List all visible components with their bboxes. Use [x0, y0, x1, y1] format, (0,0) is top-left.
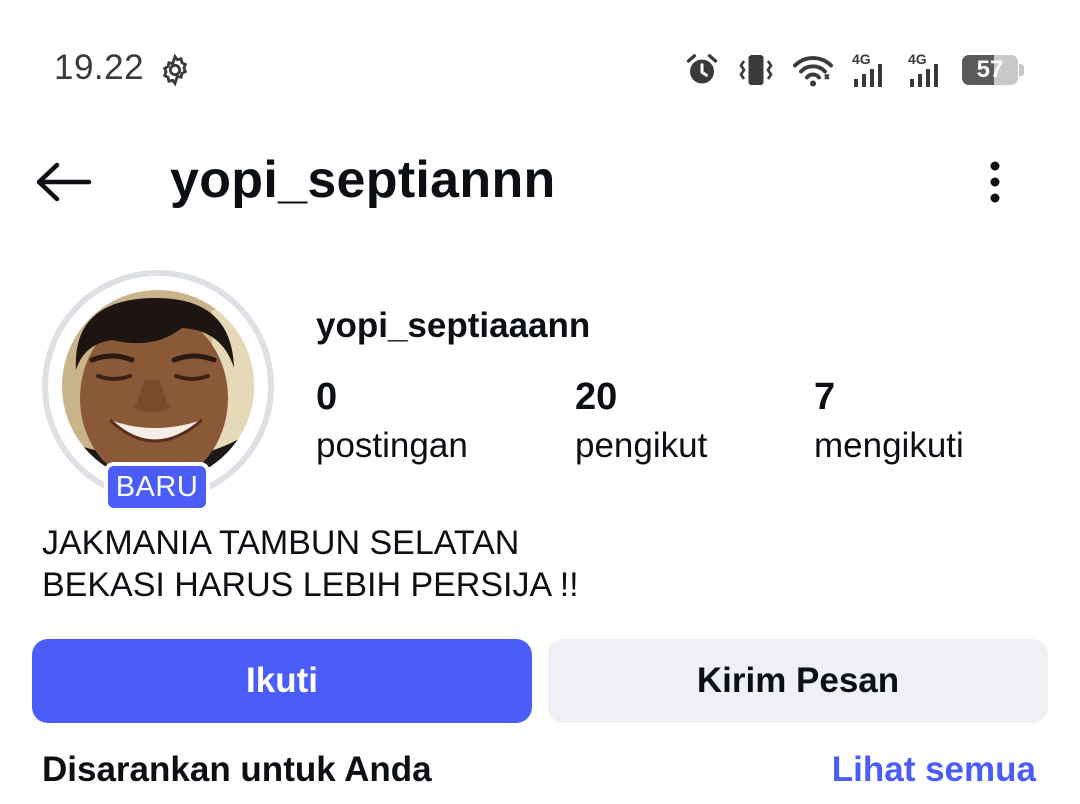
alarm-icon	[686, 54, 718, 84]
stat-followers-value: 20	[575, 376, 618, 418]
stat-followers[interactable]: 20 pengikut	[575, 374, 707, 472]
stat-following-value: 7	[814, 376, 836, 418]
stat-following-label: mengikuti	[814, 426, 964, 465]
status-icons: 4G 4G 57	[684, 50, 1024, 90]
arrow-left-icon	[36, 162, 92, 202]
svg-text:4G: 4G	[852, 51, 871, 67]
avatar-photo	[62, 290, 254, 482]
status-bar: 19.22 4G 4G 57	[0, 0, 1080, 140]
wifi-icon	[793, 56, 833, 87]
battery-percent: 57	[976, 56, 1004, 83]
bio-line: BEKASI HARUS LEBIH PERSIJA !!	[42, 566, 579, 604]
battery-icon: 57	[962, 53, 1024, 87]
stat-posts-value: 0	[316, 376, 338, 418]
stat-posts[interactable]: 0 postingan	[316, 374, 468, 472]
suggestions-title: Disarankan untuk Anda	[42, 750, 432, 789]
new-badge: BARU	[104, 462, 210, 512]
status-time: 19.22	[54, 48, 145, 87]
bio-line: JAKMANIA TAMBUN SELATAN	[42, 524, 520, 562]
signal-4g-icon: 4G	[852, 51, 882, 87]
vibrate-icon	[739, 55, 773, 85]
see-all-link[interactable]: Lihat semua	[832, 750, 1036, 790]
profile-header: yopi_septiannn	[0, 140, 1080, 230]
stat-followers-label: pengikut	[575, 426, 708, 465]
more-options-button[interactable]	[972, 154, 1018, 210]
more-vertical-icon	[990, 161, 1000, 203]
follow-button[interactable]: Ikuti	[32, 639, 532, 723]
send-message-button[interactable]: Kirim Pesan	[548, 639, 1048, 723]
back-button[interactable]	[30, 156, 96, 208]
stat-following[interactable]: 7 mengikuti	[814, 374, 964, 472]
gear-icon	[162, 53, 188, 87]
stat-posts-label: postingan	[316, 426, 468, 465]
svg-text:4G: 4G	[908, 51, 927, 67]
profile-display-name: yopi_septiaaann	[316, 306, 591, 345]
avatar[interactable]	[62, 290, 254, 482]
signal-4g-icon: 4G	[908, 51, 938, 87]
profile-username-title: yopi_septiannn	[170, 151, 556, 209]
profile-bio: JAKMANIA TAMBUN SELATAN BEKASI HARUS LEB…	[42, 522, 579, 606]
